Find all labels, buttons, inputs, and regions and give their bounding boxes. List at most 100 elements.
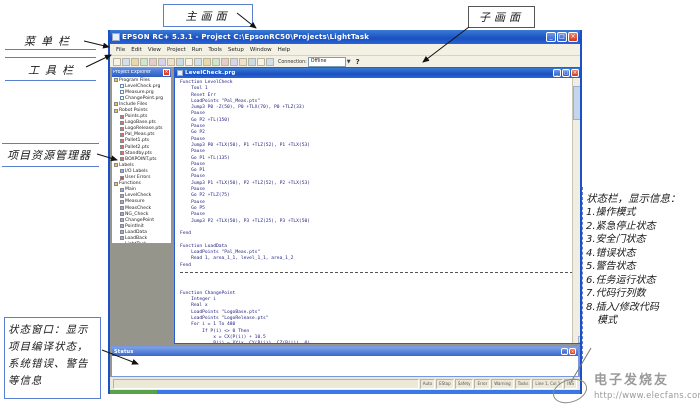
menu-view[interactable]: View	[145, 47, 164, 53]
copy-icon[interactable]	[158, 58, 166, 66]
annotation-line	[2, 166, 99, 167]
status-bar-note-title: 状态栏，显示信息：	[586, 192, 698, 206]
pts-icon	[120, 115, 124, 119]
progress-segment	[110, 390, 157, 394]
project-explorer-title: Project Explorer	[113, 70, 163, 75]
statusbar-field: Line 1, Col 1	[532, 379, 563, 389]
tree-item-label: User Errors	[125, 175, 151, 180]
code-area[interactable]: Function LevelCheck Tool 1 Reset Err Loa…	[175, 78, 573, 343]
callout-status-bar: 状态栏，显示信息： 1.操作模式2.紧急停止状态3.安全门状态4.错误状态5.警…	[586, 192, 698, 328]
scrollbar-thumb[interactable]	[573, 86, 580, 120]
menu-run[interactable]: Run	[189, 47, 206, 53]
new-icon[interactable]	[113, 58, 121, 66]
menu-help[interactable]: Help	[275, 47, 294, 53]
pause-icon[interactable]	[230, 58, 238, 66]
paste-icon[interactable]	[167, 58, 175, 66]
status-window-note: 状态窗口：显示项目编译状态，系统错误、警告等信息	[8, 322, 97, 390]
status-window-titlebar[interactable]: Status _ ×	[112, 347, 578, 356]
statusbar-field: EStop	[436, 379, 454, 389]
vertical-scrollbar[interactable]: ▲ ▼	[572, 78, 580, 343]
status-bar: AutoEStopSafetyErrorWarningTasksLine 1, …	[110, 377, 580, 390]
annotation-line	[2, 143, 99, 144]
project-explorer-titlebar[interactable]: Project Explorer ×	[112, 68, 171, 77]
io-monitor-icon[interactable]	[248, 58, 256, 66]
redo-icon[interactable]	[185, 58, 193, 66]
tree-item-label: LevelCheck.prg	[125, 84, 160, 89]
code-line: P(i) = XY(x, CY(P(i)), CZ(P(i)), 0)	[180, 341, 573, 343]
statusbar-message-area	[113, 379, 419, 389]
maximize-button[interactable]: □	[557, 32, 567, 42]
watermark: 电子发烧友 http://www.elecfans.com	[594, 369, 700, 401]
tree-item[interactable]: LightTask	[112, 242, 171, 243]
step-icon[interactable]	[221, 58, 229, 66]
statusbar-fields: AutoEStopSafetyErrorWarningTasksLine 1, …	[420, 379, 577, 389]
help-icon[interactable]: ?	[356, 58, 360, 66]
chevron-down-icon[interactable]: ▼	[347, 59, 351, 65]
func-icon	[120, 206, 124, 210]
code-window: LevelCheck.prg _ □ × Function LevelCheck…	[174, 67, 580, 344]
tree-item-label: LoadData	[125, 230, 147, 235]
func-icon	[120, 236, 124, 240]
tree-item-label: MeasCheck	[125, 206, 151, 211]
status-bar-note-item: 8.插入/修改代码	[586, 301, 698, 315]
menu-file[interactable]: File	[113, 47, 128, 53]
robot-manager-icon[interactable]	[239, 58, 247, 66]
tree-item-label: Pal_Meas.pts	[125, 132, 155, 137]
func-icon	[120, 188, 124, 192]
open-icon[interactable]	[122, 58, 130, 66]
app-icon	[112, 33, 120, 41]
watermark-url: http://www.elecfans.com	[594, 391, 700, 401]
close-button[interactable]: ×	[568, 32, 578, 42]
annotation-line	[5, 57, 96, 58]
callout-sub-screen: 子画面	[468, 6, 535, 28]
code-window-titlebar[interactable]: LevelCheck.prg _ □ ×	[175, 68, 580, 78]
build-icon[interactable]	[212, 58, 220, 66]
status-minimize-button[interactable]: _	[561, 348, 568, 355]
panel-close-icon[interactable]: ×	[163, 69, 170, 76]
undo-icon[interactable]	[176, 58, 184, 66]
application-window: EPSON RC+ 5.3.1 - Project C:\EpsonRC50\P…	[108, 30, 582, 394]
minimize-button[interactable]: _	[546, 32, 556, 42]
menu-bar: FileEditViewProjectRunToolsSetupWindowHe…	[110, 44, 580, 56]
save-icon[interactable]	[131, 58, 139, 66]
mdi-client-area: Project Explorer × Program FilesLevelChe…	[110, 67, 580, 377]
stop-icon[interactable]	[203, 58, 211, 66]
tree-item-label: BOXPOINT.pts	[125, 157, 157, 162]
menu-project[interactable]: Project	[164, 47, 189, 53]
func-icon	[120, 194, 124, 198]
tree-item-label: Robot Points	[119, 108, 148, 113]
print-icon[interactable]	[140, 58, 148, 66]
status-bar-note-item: 6.任务运行状态	[586, 274, 698, 288]
tree-item-label: ChangePoint	[125, 218, 154, 223]
menu-edit[interactable]: Edit	[128, 47, 145, 53]
title-bar[interactable]: EPSON RC+ 5.3.1 - Project C:\EpsonRC50\P…	[110, 30, 580, 44]
menu-window[interactable]: Window	[247, 47, 275, 53]
cut-icon[interactable]	[149, 58, 157, 66]
code-minimize-button[interactable]: _	[553, 69, 561, 77]
func-icon	[120, 212, 124, 216]
code-maximize-button[interactable]: □	[562, 69, 570, 77]
window-title: EPSON RC+ 5.3.1 - Project C:\EpsonRC50\P…	[122, 33, 544, 41]
folder-icon	[114, 102, 118, 106]
status-window-note-line: 系统错误、警告	[8, 356, 97, 373]
tree-item-label: Measure.prg	[125, 90, 154, 95]
menu-setup[interactable]: Setup	[225, 47, 247, 53]
folder-icon	[114, 182, 118, 186]
pts-icon	[120, 151, 124, 155]
status-bar-note-items: 1.操作模式2.紧急停止状态3.安全门状态4.错误状态5.警告状态6.任务运行状…	[586, 206, 698, 328]
connection-value[interactable]: Offline	[308, 57, 346, 67]
command-window-icon[interactable]	[257, 58, 265, 66]
code-close-button[interactable]: ×	[571, 69, 579, 77]
tree-item-label: Program Files	[119, 78, 150, 83]
status-bar-note-item: 模式	[586, 314, 698, 328]
scroll-down-icon[interactable]: ▼	[578, 336, 580, 343]
simulator-icon[interactable]	[266, 58, 274, 66]
run-icon[interactable]	[194, 58, 202, 66]
toolbar-icons	[113, 58, 274, 66]
tree-item-label: Pallet1.pts	[125, 138, 149, 143]
connection-combo[interactable]: Connection: Offline ▼	[278, 57, 351, 67]
callout-project-explorer: 项目资源管理器	[7, 147, 91, 163]
tree-item-label: PointInit	[125, 224, 144, 229]
status-close-button[interactable]: ×	[569, 348, 576, 355]
menu-tools[interactable]: Tools	[205, 47, 225, 53]
